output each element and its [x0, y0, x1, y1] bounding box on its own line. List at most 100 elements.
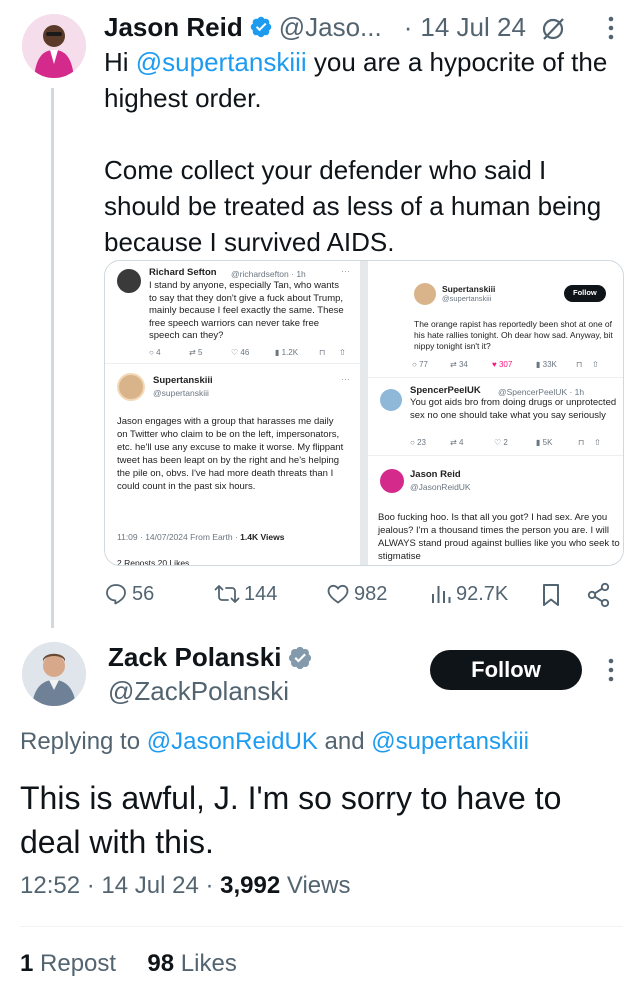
repost-count: 4	[458, 438, 464, 447]
likes-count: 98	[147, 950, 175, 977]
reply-time[interactable]: 12:52	[20, 872, 80, 899]
screenshot-text: The orange rapist has reportedly been sh…	[414, 319, 613, 351]
replying-to: Replying to @JasonReidUK and @supertansk…	[20, 728, 529, 756]
reposts-stat[interactable]: 1 Repost	[20, 950, 116, 977]
screenshot-handle: @supertanskiii	[153, 388, 209, 398]
avatar	[117, 269, 141, 293]
screenshot-time: 11:09 · 14/07/2024 From Earth ·	[117, 532, 241, 542]
screenshot-name: Supertanskiii	[153, 375, 213, 386]
replying-and: and	[317, 728, 372, 755]
reply-text: This is awful, J. I'm so sorry to have t…	[20, 780, 562, 860]
screenshot-text: I stand by anyone, especially Tan, who w…	[149, 280, 344, 341]
grok-icon[interactable]	[540, 16, 566, 47]
like-count: 982	[354, 582, 388, 605]
reply-count: 23	[417, 438, 426, 447]
header-separator: ·	[403, 11, 413, 42]
tweet-date[interactable]: 14 Jul 24	[420, 12, 526, 43]
screenshot-actions: ○ 4 ⇄ 5 ♡ 46 ▮ 1.2K ⊓ ⇧	[149, 347, 346, 360]
like-count: 307	[498, 360, 513, 369]
views-chart-icon	[432, 586, 451, 603]
view-count: 33K	[542, 360, 557, 369]
reposts-count: 1	[20, 950, 34, 977]
screenshot-name: Jason Reid	[410, 469, 461, 480]
media-image-right[interactable]: Supertanskiii @supertanskiii Follow The …	[368, 261, 623, 565]
screenshot-actions: ○ 23 ⇄ 4 ♡ 2 ▮ 5K ⊓ ⇧	[410, 437, 601, 450]
share-button[interactable]	[586, 582, 612, 608]
follow-button[interactable]: Follow	[430, 650, 582, 690]
bookmark-button[interactable]	[540, 582, 562, 608]
reposts-label: Repost	[33, 950, 117, 977]
reply-author: Zack Polanski	[108, 642, 313, 673]
tweet-text: Hi @supertanskiii you are a hypocrite of…	[104, 44, 624, 260]
divider	[368, 377, 623, 378]
screenshot-views: 1.4K Views	[240, 532, 285, 542]
screenshot-text: Jason engages with a group that harasses…	[117, 416, 344, 492]
screenshot-name: Richard Sefton	[149, 267, 217, 278]
replying-prefix: Replying to	[20, 728, 147, 755]
author-name[interactable]: Jason Reid	[104, 12, 243, 43]
screenshot-handle: @richardsefton · 1h	[231, 269, 306, 279]
reply-views-label: Views	[280, 872, 351, 899]
avatar	[380, 389, 402, 411]
replying-mention-2[interactable]: @supertanskiii	[371, 728, 529, 755]
view-count: 1.2K	[281, 348, 299, 357]
tweet-header: Jason Reid @Jaso... · 14 Jul 24	[104, 10, 526, 44]
reply-stats: 1 Repost 98 Likes	[20, 950, 237, 978]
reply-button[interactable]: 56	[104, 582, 154, 606]
avatar-jason-reid[interactable]	[22, 14, 86, 78]
views-count: 92.7K	[456, 582, 509, 605]
like-button[interactable]: 982	[326, 582, 387, 606]
divider	[105, 363, 360, 364]
more-options-icon[interactable]	[606, 656, 616, 689]
reply-meta: 12:52 · 14 Jul 24 · 3,992 Views	[20, 872, 350, 900]
meta-separator: ·	[205, 872, 221, 899]
text-prefix: Hi	[104, 47, 136, 77]
verified-badge-gray-icon	[287, 645, 313, 671]
like-count: 2	[503, 438, 508, 447]
likes-label: Likes	[174, 950, 237, 977]
repost-button[interactable]: 144	[214, 582, 277, 606]
screenshot-name: SpencerPeelUK	[410, 385, 481, 396]
view-count: 5K	[542, 438, 553, 447]
media-image-left[interactable]: Richard Sefton @richardsefton · 1h ··· I…	[105, 261, 360, 565]
reply-count: 4	[156, 348, 161, 357]
reply-icon	[106, 584, 126, 605]
screenshot-meta: 11:09 · 14/07/2024 From Earth · 1.4K Vie…	[117, 531, 284, 544]
screenshot-handle: @JasonReidUK	[410, 482, 471, 492]
avatar-zack-polanski[interactable]	[22, 642, 86, 706]
divider	[368, 455, 623, 456]
likes-stat[interactable]: 98 Likes	[147, 950, 236, 977]
screenshot-stats: 2 Reposts 20 Likes	[117, 558, 190, 565]
screenshot-handle: @supertanskiii	[442, 294, 492, 303]
share-icon	[587, 582, 610, 608]
tweet-media[interactable]: Richard Sefton @richardsefton · 1h ··· I…	[104, 260, 624, 566]
replying-mention-1[interactable]: @JasonReidUK	[147, 728, 318, 755]
avatar	[117, 373, 145, 401]
reply-author-name[interactable]: Zack Polanski	[108, 642, 281, 673]
repost-count: 144	[244, 582, 278, 605]
reply-count: 56	[132, 582, 155, 605]
author-handle[interactable]: @Jaso...	[279, 12, 382, 43]
avatar-image	[22, 642, 86, 706]
meta-separator: ·	[86, 872, 102, 899]
screenshot-follow-button: Follow	[564, 285, 606, 302]
bookmark-icon	[543, 584, 559, 606]
heart-icon	[327, 584, 349, 604]
like-count: 46	[240, 348, 250, 357]
more-options-icon[interactable]	[606, 14, 616, 47]
divider	[20, 926, 623, 927]
reply-author-handle[interactable]: @ZackPolanski	[108, 676, 289, 707]
thread-connector-line	[51, 88, 54, 628]
repost-count: 34	[458, 360, 468, 369]
avatar-image	[22, 14, 86, 78]
avatar	[414, 283, 436, 305]
tweet-action-bar: 56 144 982 92.7K	[104, 578, 624, 612]
repost-count: 5	[197, 348, 203, 357]
reply-date[interactable]: 14 Jul 24	[101, 872, 198, 899]
more-icon: ···	[341, 374, 350, 384]
screenshot-text: Boo fucking hoo. Is that all you got? I …	[378, 512, 620, 562]
repost-icon	[214, 585, 240, 603]
views-button[interactable]: 92.7K	[430, 582, 508, 606]
mention-link[interactable]: @supertanskiii	[136, 47, 307, 77]
text-paragraph-2: Come collect your defender who said I sh…	[104, 155, 602, 257]
